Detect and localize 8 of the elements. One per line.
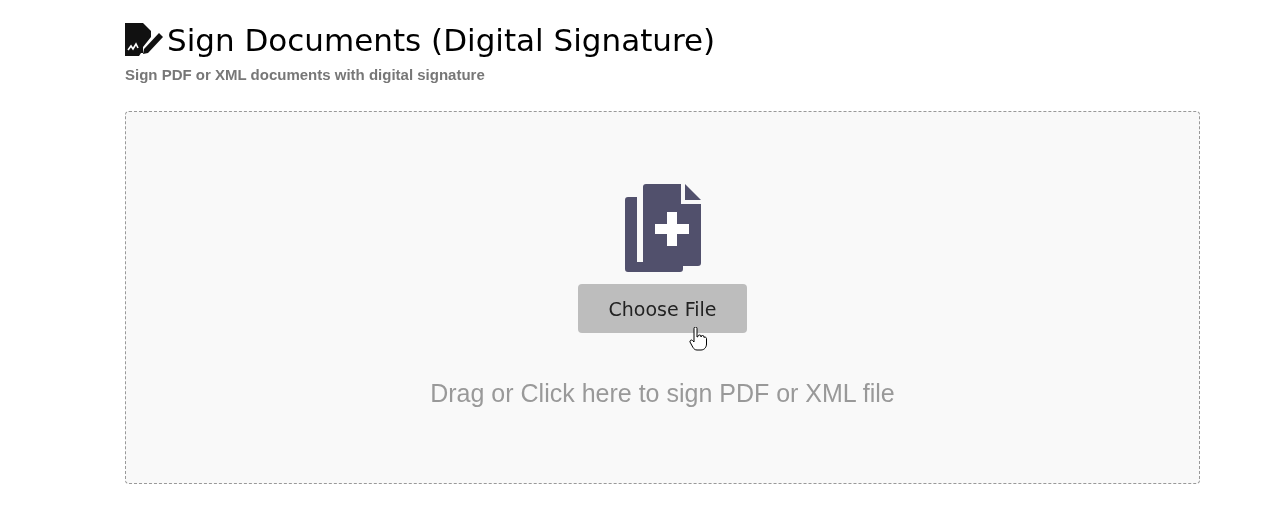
page-title: Sign Documents (Digital Signature)	[167, 21, 716, 60]
signature-document-icon	[125, 23, 165, 57]
choose-file-button[interactable]: Choose File	[578, 284, 747, 333]
drop-hint-text: Drag or Click here to sign PDF or XML file	[430, 379, 895, 408]
add-files-icon	[624, 184, 701, 272]
page-subtitle: Sign PDF or XML documents with digital signature	[125, 66, 486, 83]
file-drop-zone[interactable]: Choose File Drag or Click here to sign PDF or XML file	[125, 111, 1200, 484]
hand-cursor-icon	[689, 327, 707, 351]
